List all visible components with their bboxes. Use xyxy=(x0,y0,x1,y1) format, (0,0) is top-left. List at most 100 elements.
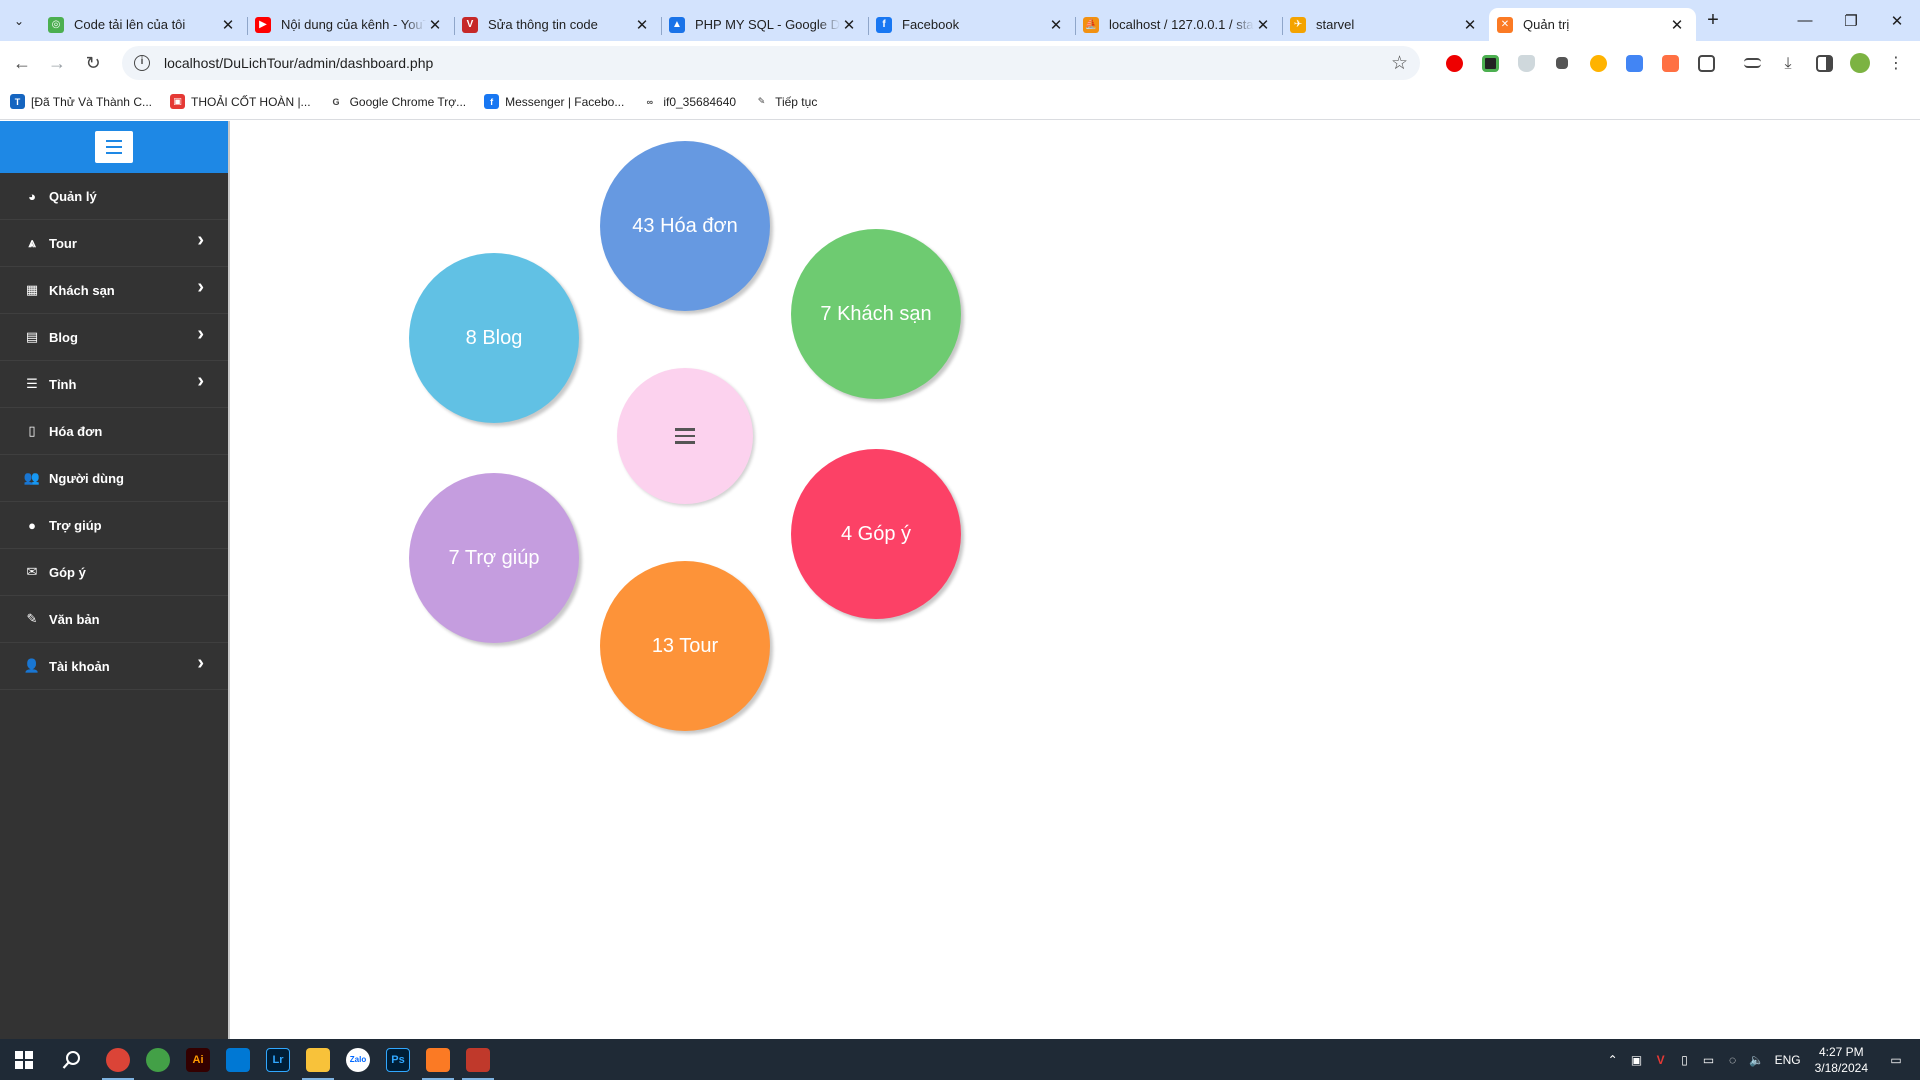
network-app-icon[interactable]: ▣ xyxy=(1625,1053,1649,1067)
notification-icon[interactable]: ▭ xyxy=(1884,1053,1908,1067)
extension-icon[interactable] xyxy=(1580,50,1616,76)
display-icon[interactable]: ▭ xyxy=(1697,1053,1721,1067)
file-explorer-icon[interactable] xyxy=(298,1039,338,1080)
app-extra-icon[interactable] xyxy=(458,1039,498,1080)
antivirus-icon[interactable]: V xyxy=(1649,1053,1673,1067)
vscode-icon[interactable] xyxy=(218,1039,258,1080)
browser-tab[interactable]: ✕ Quản trị ✕ xyxy=(1489,8,1696,41)
language-indicator[interactable]: ENG xyxy=(1775,1053,1801,1067)
browser-tab[interactable]: ▲ PHP MY SQL - Google Drive✕ xyxy=(661,8,868,41)
facebook-icon: f xyxy=(876,16,892,33)
back-icon[interactable]: ← xyxy=(8,49,36,77)
translate-icon[interactable] xyxy=(1616,50,1652,76)
bubble-hotels[interactable]: 7 Khách sạn xyxy=(791,229,961,399)
sidebar-item[interactable]: ⩓ Tour › xyxy=(0,220,228,267)
opera-icon[interactable] xyxy=(1436,50,1472,76)
user-icon: 👤 xyxy=(23,658,41,673)
extension-icon[interactable] xyxy=(1652,50,1688,76)
photoshop-icon[interactable]: Ps xyxy=(378,1039,418,1080)
search-icon[interactable] xyxy=(48,1039,96,1080)
sidebar-item[interactable]: ◕ Quản lý xyxy=(0,173,228,220)
new-tab-button[interactable]: + xyxy=(1700,8,1726,34)
clock[interactable]: 4:27 PM 3/18/2024 xyxy=(1815,1044,1868,1076)
tab-close-icon[interactable]: ✕ xyxy=(633,16,651,34)
illustrator-icon[interactable]: Ai xyxy=(178,1039,218,1080)
sidebar-item-label: Văn bản xyxy=(49,611,100,627)
bubble-invoices[interactable]: 43 Hóa đơn xyxy=(600,141,770,311)
chevron-up-icon[interactable]: ⌃ xyxy=(1601,1053,1625,1067)
chrome-icon[interactable] xyxy=(98,1039,138,1080)
lightroom-icon[interactable]: Lr xyxy=(258,1039,298,1080)
sidebar-header xyxy=(0,121,228,173)
minimize-icon[interactable]: — xyxy=(1782,0,1828,41)
menu-toggle-button[interactable] xyxy=(95,131,133,163)
browser-tab[interactable]: ▶ Nội dung của kênh - YouTube✕ xyxy=(247,8,454,41)
restore-icon[interactable]: ❐ xyxy=(1828,0,1874,41)
dashboard-icon: ◕ xyxy=(28,188,36,204)
bubble-tours-label: 13 Tour xyxy=(651,634,719,657)
browser-tab[interactable]: V Sửa thông tin code ✕ xyxy=(454,8,661,41)
tab-close-icon[interactable]: ✕ xyxy=(1668,16,1686,34)
bookmark-item[interactable]: ▣ THOẢI CỐT HOÀN |... xyxy=(169,94,311,109)
sidebar-item[interactable]: ▤ Blog › xyxy=(0,314,228,361)
side-panel-icon[interactable] xyxy=(1806,50,1842,76)
forward-icon[interactable]: → xyxy=(43,49,71,77)
bubble-blog[interactable]: 8 Blog xyxy=(409,253,579,423)
sidebar-item[interactable]: ▦ Khách sạn › xyxy=(0,267,228,314)
wifi-icon[interactable]: ◌ xyxy=(1721,1053,1745,1067)
start-icon[interactable] xyxy=(0,1039,48,1080)
close-icon[interactable]: ✕ xyxy=(1874,0,1920,41)
bubble-tours[interactable]: 13 Tour xyxy=(600,561,770,731)
zalo-icon[interactable]: Zalo xyxy=(338,1039,378,1080)
sidebar-item[interactable]: 👥 Người dùng xyxy=(0,455,228,502)
shield-icon[interactable] xyxy=(1508,50,1544,76)
sidebar-item[interactable]: ● Trợ giúp xyxy=(0,502,228,549)
xampp-glyph xyxy=(426,1047,450,1072)
xampp-icon[interactable] xyxy=(418,1039,458,1080)
usb-icon[interactable]: ▯ xyxy=(1673,1053,1697,1067)
profile-avatar[interactable] xyxy=(1842,50,1878,76)
tab-close-icon[interactable]: ✕ xyxy=(426,16,444,34)
url-text[interactable]: localhost/DuLichTour/admin/dashboard.php xyxy=(164,55,433,71)
tab-close-icon[interactable]: ✕ xyxy=(1254,16,1272,34)
tab-close-icon[interactable]: ✕ xyxy=(840,16,858,34)
sidebar-item[interactable]: ☰ Tỉnh › xyxy=(0,361,228,408)
sidebar-item[interactable]: ✉ Góp ý xyxy=(0,549,228,596)
bookmark-item[interactable]: ✎ Tiếp tục xyxy=(754,94,817,109)
bubble-menu-center[interactable] xyxy=(617,368,753,504)
tab-close-icon[interactable]: ✕ xyxy=(1461,16,1479,34)
bookmark-item[interactable]: ∞ if0_35684640 xyxy=(642,94,736,109)
puzzle-icon[interactable] xyxy=(1688,50,1724,76)
tab-close-icon[interactable]: ✕ xyxy=(219,16,237,34)
download-icon[interactable]: ⤓ xyxy=(1770,50,1806,76)
site-info-icon[interactable]: i xyxy=(134,55,150,71)
leaf-app-icon[interactable] xyxy=(138,1039,178,1080)
browser-tab[interactable]: ◎ Code tải lên của tôi ✕ xyxy=(40,8,247,41)
leaf-icon: ◎ xyxy=(48,16,64,33)
browser-tab[interactable]: ✈ starvel ✕ xyxy=(1282,8,1489,41)
media-control-icon[interactable] xyxy=(1734,50,1770,76)
bookmark-item[interactable]: T [Đã Thử Và Thành C... xyxy=(10,94,152,109)
reload-icon[interactable]: ↻ xyxy=(79,49,107,77)
address-bar[interactable]: i localhost/DuLichTour/admin/dashboard.p… xyxy=(122,46,1420,80)
volume-icon[interactable]: 🔈 xyxy=(1745,1053,1769,1067)
bookmark-item[interactable]: G Google Chrome Trợ... xyxy=(328,94,466,109)
chrome-menu-icon[interactable]: ⋮ xyxy=(1878,50,1914,76)
tab-search-button[interactable]: ⌄ xyxy=(6,8,32,34)
sidebar-item[interactable]: 👤 Tài khoản › xyxy=(0,643,228,690)
facebook-icon: f xyxy=(484,94,500,109)
bookmark-item[interactable]: f Messenger | Facebo... xyxy=(484,94,624,109)
sidebar-item[interactable]: ✎ Văn bản xyxy=(0,596,228,643)
sidebar-item-label: Góp ý xyxy=(49,564,86,580)
extension-icon[interactable] xyxy=(1544,50,1580,76)
browser-tab[interactable]: f Facebook ✕ xyxy=(868,8,1075,41)
bookmark-star-icon[interactable]: ☆ xyxy=(1391,52,1408,75)
bubble-help[interactable]: 7 Trợ giúp xyxy=(409,473,579,643)
extension-icon[interactable] xyxy=(1472,50,1508,76)
code-icon: V xyxy=(462,16,478,33)
sidebar-item[interactable]: ▯ Hóa đơn xyxy=(0,408,228,455)
tab-close-icon[interactable]: ✕ xyxy=(1047,16,1065,34)
window-controls: — ❐ ✕ xyxy=(1782,0,1920,41)
bubble-feedback[interactable]: 4 Góp ý xyxy=(791,449,961,619)
browser-tab[interactable]: ⛵ localhost / 127.0.0.1 / starvel✕ xyxy=(1075,8,1282,41)
